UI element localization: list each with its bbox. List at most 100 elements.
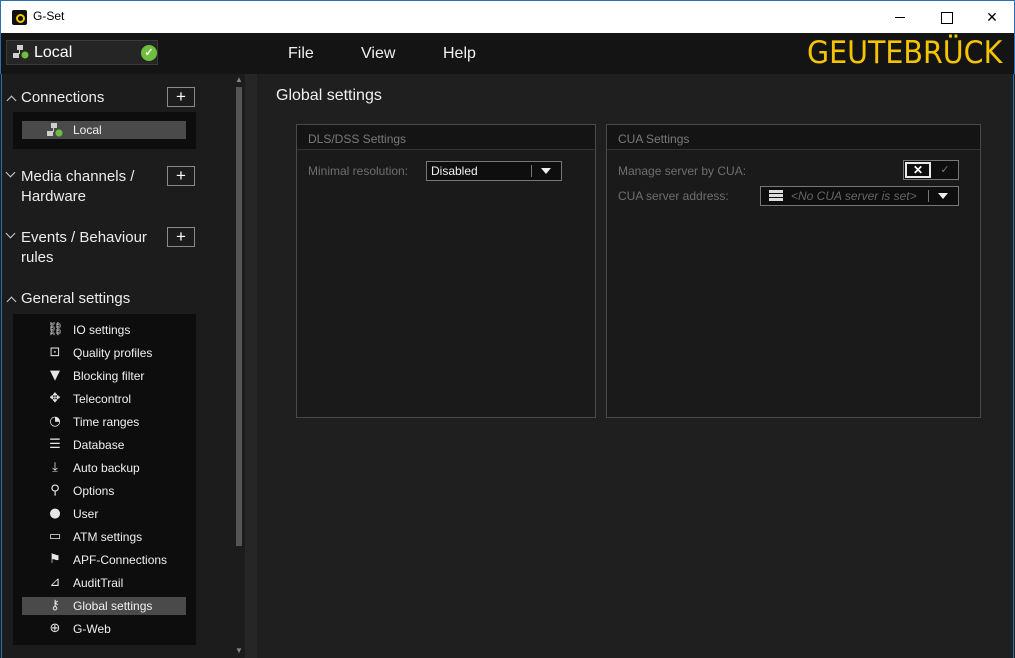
chevron-up-icon[interactable] xyxy=(6,294,16,304)
wrench-icon: ⚲ xyxy=(50,483,60,498)
cua-address-placeholder: <No CUA server is set> xyxy=(791,189,917,203)
scroll-up-icon[interactable]: ▲ xyxy=(234,75,244,85)
connection-selector[interactable]: Local ✓ xyxy=(6,40,158,65)
sidebar: Connections + Local Media channels / Har… xyxy=(1,74,233,658)
dropdown-separator xyxy=(531,165,532,177)
manage-server-label: Manage server by CUA: xyxy=(618,164,747,178)
close-button[interactable]: ✕ xyxy=(969,1,1015,33)
section-events[interactable]: Events / Behaviour xyxy=(21,228,147,248)
check-icon[interactable]: ✓ xyxy=(933,162,957,178)
section-general-settings[interactable]: General settings xyxy=(21,289,130,309)
nav-label: Time ranges xyxy=(73,415,140,429)
clock-icon: ◔ xyxy=(49,414,61,429)
apf-icon: ⚑ xyxy=(49,552,61,567)
atm-icon: ▭ xyxy=(48,529,62,544)
chevron-down-icon[interactable] xyxy=(6,170,16,180)
network-icon xyxy=(13,45,29,59)
section-media-channels[interactable]: Media channels / xyxy=(21,167,134,187)
nav-blocking-filter[interactable]: ▼ Blocking filter xyxy=(22,367,186,385)
window-title: G-Set xyxy=(33,9,65,23)
section-connections[interactable]: Connections xyxy=(21,88,104,108)
nav-label: AuditTrail xyxy=(73,576,124,590)
chevron-down-icon xyxy=(938,193,948,199)
database-icon: ☰ xyxy=(49,437,61,452)
nav-auto-backup[interactable]: ⤓ Auto backup xyxy=(22,459,186,477)
add-media-channel-button[interactable]: + xyxy=(167,166,195,186)
connection-item-label: Local xyxy=(73,123,102,137)
download-icon: ⤓ xyxy=(52,460,58,475)
globe-icon: ⊕ xyxy=(49,621,61,636)
app-icon xyxy=(12,10,27,25)
connection-item-local[interactable]: Local xyxy=(22,121,186,139)
nav-atm-settings[interactable]: ▭ ATM settings xyxy=(22,528,186,546)
cua-address-dropdown[interactable]: <No CUA server is set> xyxy=(760,186,959,206)
nav-apf-connections[interactable]: ⚑ APF-Connections xyxy=(22,551,186,569)
filter-icon: ▼ xyxy=(50,368,60,383)
page-title: Global settings xyxy=(276,87,382,104)
brand-logo: GEUTEBRÜCK xyxy=(806,35,1002,71)
manage-server-toggle[interactable]: ✕ ✓ xyxy=(903,160,959,180)
nav-global-settings[interactable]: ⚷ Global settings xyxy=(22,597,186,615)
nav-telecontrol[interactable]: ✥ Telecontrol xyxy=(22,390,186,408)
general-settings-panel xyxy=(13,314,196,645)
nav-label: Telecontrol xyxy=(73,392,132,406)
maximize-button[interactable] xyxy=(923,1,969,33)
user-icon: ● xyxy=(49,506,61,521)
nav-label: Global settings xyxy=(73,599,153,613)
panel-splitter[interactable] xyxy=(245,74,257,658)
nav-g-web[interactable]: ⊕ G-Web xyxy=(22,620,186,638)
nav-label: Database xyxy=(73,438,125,452)
close-icon[interactable]: ✕ xyxy=(905,162,931,178)
nav-audit-trail[interactable]: ⊿ AuditTrail xyxy=(22,574,186,592)
nav-options[interactable]: ⚲ Options xyxy=(22,482,186,500)
nav-quality-profiles[interactable]: ⊡ Quality profiles xyxy=(22,344,186,362)
menu-view[interactable]: View xyxy=(361,45,395,63)
global-settings-icon: ⚷ xyxy=(50,598,60,613)
dls-settings-group: DLS/DSS Settings Minimal resolution: Dis… xyxy=(296,124,596,418)
section-media-channels-line2[interactable]: Hardware xyxy=(21,187,86,207)
add-connection-button[interactable]: + xyxy=(167,87,195,107)
nav-label: IO settings xyxy=(73,323,131,337)
dls-settings-title: DLS/DSS Settings xyxy=(308,132,407,146)
nav-label: ATM settings xyxy=(73,530,143,544)
move-icon: ✥ xyxy=(49,391,61,406)
title-bar: G-Set ✕ xyxy=(0,0,1015,33)
group-header: DLS/DSS Settings xyxy=(297,125,595,150)
cua-address-label: CUA server address: xyxy=(618,189,729,203)
add-event-button[interactable]: + xyxy=(167,227,195,247)
server-icon xyxy=(769,190,783,203)
nav-label: Blocking filter xyxy=(73,369,145,383)
menu-file[interactable]: File xyxy=(288,45,314,63)
nav-time-ranges[interactable]: ◔ Time ranges xyxy=(22,413,186,431)
minimize-button[interactable] xyxy=(877,1,923,33)
minimal-resolution-dropdown[interactable]: Disabled xyxy=(426,161,562,181)
cua-settings-title: CUA Settings xyxy=(618,132,690,146)
menu-bar: Local ✓ File View Help GEUTEBRÜCK xyxy=(0,33,1015,74)
menu-help[interactable]: Help xyxy=(443,45,476,63)
scroll-down-icon[interactable]: ▼ xyxy=(234,646,244,656)
nav-label: G-Web xyxy=(73,622,111,636)
nav-io-settings[interactable]: ⛓ IO settings xyxy=(22,321,186,339)
nav-label: APF-Connections xyxy=(73,553,168,567)
nav-label: User xyxy=(73,507,99,521)
nav-database[interactable]: ☰ Database xyxy=(22,436,186,454)
network-icon xyxy=(47,123,63,137)
io-icon: ⛓ xyxy=(47,322,64,337)
nav-user[interactable]: ● User xyxy=(22,505,186,523)
section-events-line2[interactable]: rules xyxy=(21,248,54,268)
nav-label: Options xyxy=(73,484,115,498)
star-icon: ⊡ xyxy=(49,345,61,360)
main-content: Global settings DLS/DSS Settings Minimal… xyxy=(257,74,1014,658)
dropdown-separator xyxy=(928,190,929,202)
minimal-resolution-label: Minimal resolution: xyxy=(308,164,409,178)
scrollbar-thumb[interactable] xyxy=(236,87,242,546)
chevron-down-icon xyxy=(541,168,551,174)
nav-label: Auto backup xyxy=(73,461,140,475)
chevron-down-icon[interactable] xyxy=(6,231,16,241)
nav-label: Quality profiles xyxy=(73,346,153,360)
chevron-up-icon[interactable] xyxy=(6,93,16,103)
minimal-resolution-value: Disabled xyxy=(431,164,478,178)
connection-label: Local xyxy=(34,44,73,61)
group-header: CUA Settings xyxy=(607,125,980,150)
status-ok-icon: ✓ xyxy=(141,45,157,61)
